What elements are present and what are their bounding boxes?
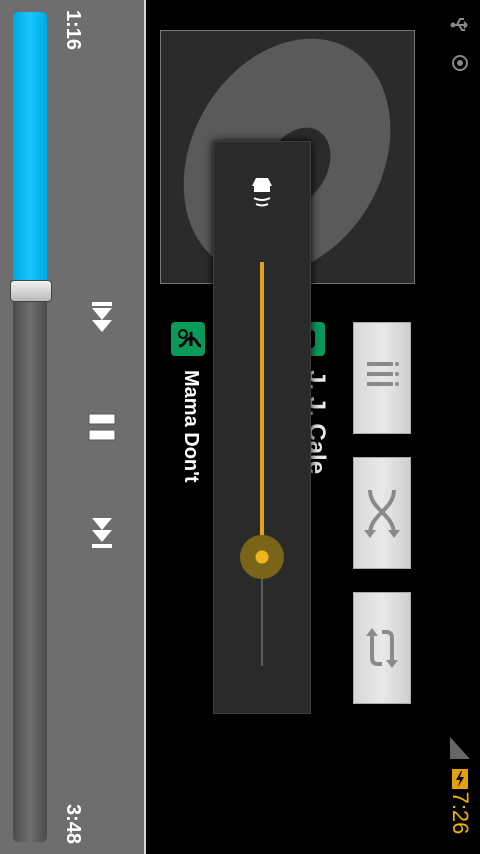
gps-icon	[452, 55, 468, 71]
track-title-badge	[171, 322, 205, 356]
shuffle-button[interactable]	[353, 457, 411, 569]
seek-bar-thumb[interactable]	[10, 280, 52, 302]
playlist-button[interactable]	[353, 322, 411, 434]
next-button[interactable]	[84, 514, 120, 554]
clock: 7:26	[448, 791, 473, 835]
playback-controls-panel: 1:16 3:48	[0, 0, 146, 854]
shuffle-icon	[364, 489, 400, 538]
playlist-icon	[367, 362, 399, 386]
repeat-icon	[366, 628, 398, 668]
speaker-icon	[252, 178, 272, 207]
elapsed-time: 1:16	[62, 10, 84, 51]
volume-slider-fill	[260, 262, 264, 557]
volume-panel	[213, 141, 311, 714]
usb-icon	[450, 18, 468, 31]
pause-button[interactable]	[84, 408, 120, 448]
total-duration: 3:48	[62, 804, 84, 845]
volume-slider-thumb[interactable]	[240, 535, 284, 579]
seek-bar[interactable]	[13, 12, 47, 842]
repeat-button[interactable]	[353, 592, 411, 704]
previous-icon	[92, 302, 112, 332]
seek-bar-progress	[13, 12, 47, 290]
status-bar: 7:26	[440, 0, 480, 854]
music-note-icon	[178, 329, 202, 348]
pause-icon	[88, 413, 116, 441]
next-icon	[92, 518, 112, 548]
previous-button[interactable]	[84, 300, 120, 340]
signal-icon	[450, 737, 470, 759]
track-title: Mama Don't	[180, 370, 202, 483]
